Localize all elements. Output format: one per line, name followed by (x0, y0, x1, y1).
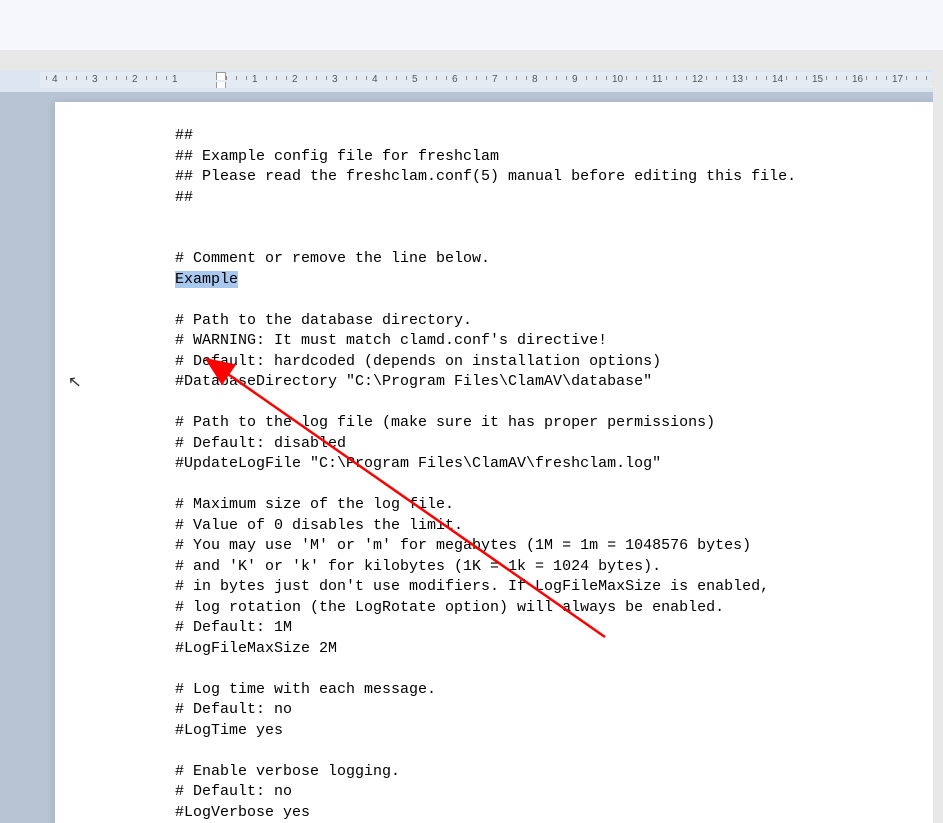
text-line[interactable]: # in bytes just don't use modifiers. If … (175, 577, 915, 598)
text-line[interactable]: # Path to the log file (make sure it has… (175, 413, 915, 434)
workspace: #### Example config file for freshclam##… (0, 92, 933, 823)
ruler-number: 2 (292, 74, 298, 85)
text-line[interactable]: #LogFileMaxSize 2M (175, 639, 915, 660)
ruler-number: 5 (412, 74, 418, 85)
text-line[interactable]: # Default: hardcoded (depends on install… (175, 352, 915, 373)
text-line[interactable]: #DatabaseDirectory "C:\Program Files\Cla… (175, 372, 915, 393)
text-line[interactable]: # You may use 'M' or 'm' for megabytes (… (175, 536, 915, 557)
document-page[interactable]: #### Example config file for freshclam##… (55, 102, 933, 823)
ruler-number: 11 (652, 74, 662, 85)
ruler-number: 4 (372, 74, 378, 85)
ruler-number: 10 (612, 74, 623, 85)
text-line[interactable]: # Path to the database directory. (175, 311, 915, 332)
text-line[interactable]: # Enable verbose logging. (175, 762, 915, 783)
text-line[interactable]: #LogVerbose yes (175, 803, 915, 823)
title-bar (0, 0, 943, 50)
ruler-number: 16 (852, 74, 863, 85)
text-line[interactable] (175, 229, 915, 250)
text-line[interactable] (175, 208, 915, 229)
ruler-number: 6 (452, 74, 458, 85)
text-line[interactable]: # Comment or remove the line below. (175, 249, 915, 270)
ruler-number: 3 (92, 74, 98, 85)
text-line[interactable] (175, 741, 915, 762)
ruler-number: 15 (812, 74, 823, 85)
text-line[interactable]: ## Example config file for freshclam (175, 147, 915, 168)
ruler-number: 4 (52, 74, 58, 85)
text-line[interactable] (175, 393, 915, 414)
text-line[interactable]: ## (175, 126, 915, 147)
text-line[interactable]: # Value of 0 disables the limit. (175, 516, 915, 537)
ruler-number: 8 (532, 74, 538, 85)
text-line[interactable] (175, 475, 915, 496)
first-line-indent-marker[interactable] (216, 72, 226, 80)
vertical-scrollbar[interactable] (933, 50, 943, 823)
document-text[interactable]: #### Example config file for freshclam##… (175, 126, 915, 823)
text-line[interactable]: # Maximum size of the log file. (175, 495, 915, 516)
text-line[interactable]: # Default: no (175, 700, 915, 721)
text-line[interactable]: # and 'K' or 'k' for kilobytes (1K = 1k … (175, 557, 915, 578)
text-line[interactable]: # Default: no (175, 782, 915, 803)
hanging-indent-marker[interactable] (216, 82, 226, 88)
ruler-number: 14 (772, 74, 783, 85)
text-line[interactable] (175, 290, 915, 311)
text-line[interactable]: #UpdateLogFile "C:\Program Files\ClamAV\… (175, 454, 915, 475)
ruler-number: 1 (172, 74, 178, 85)
highlighted-text[interactable]: Example (175, 271, 238, 288)
ruler-area: 432112345678910111213141516171819 (0, 70, 943, 92)
text-line[interactable]: # Default: disabled (175, 434, 915, 455)
ruler-number: 7 (492, 74, 498, 85)
text-line[interactable]: ## (175, 188, 915, 209)
text-line[interactable] (175, 659, 915, 680)
horizontal-ruler[interactable]: 432112345678910111213141516171819 (40, 72, 943, 88)
ruler-number: 9 (572, 74, 578, 85)
ruler-number: 3 (332, 74, 338, 85)
text-line[interactable]: # Default: 1M (175, 618, 915, 639)
ruler-number: 1 (252, 74, 258, 85)
text-line[interactable]: # log rotation (the LogRotate option) wi… (175, 598, 915, 619)
text-line[interactable]: # WARNING: It must match clamd.conf's di… (175, 331, 915, 352)
text-line[interactable]: ## Please read the freshclam.conf(5) man… (175, 167, 915, 188)
cursor-icon: ↖ (67, 371, 82, 392)
text-line[interactable]: # Log time with each message. (175, 680, 915, 701)
text-line[interactable]: Example (175, 270, 915, 291)
text-line[interactable]: #LogTime yes (175, 721, 915, 742)
ruler-number: 2 (132, 74, 138, 85)
ruler-number: 12 (692, 74, 703, 85)
ruler-number: 13 (732, 74, 743, 85)
ruler-number: 17 (892, 74, 903, 85)
